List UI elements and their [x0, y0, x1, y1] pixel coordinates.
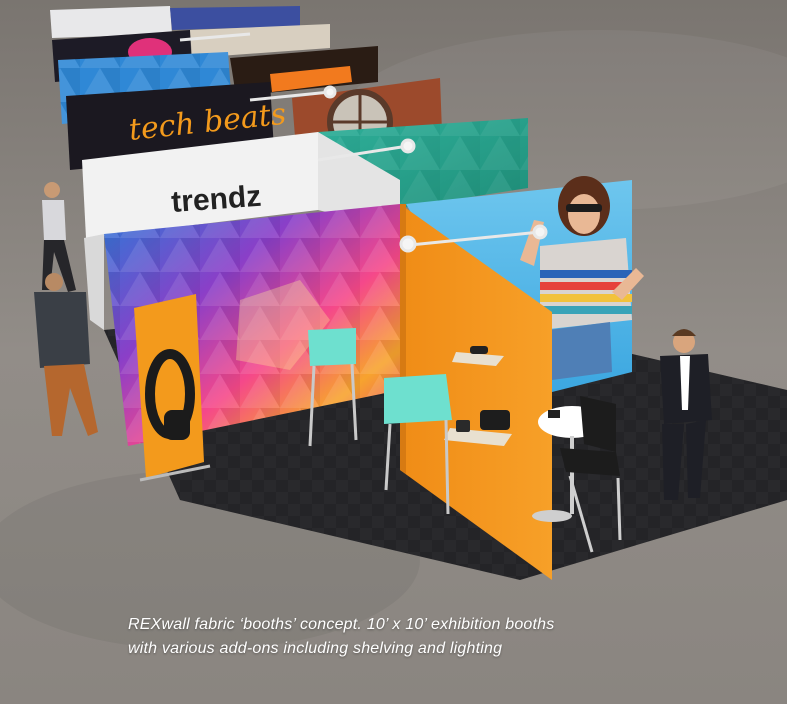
trendz-sign: trendz	[170, 180, 262, 219]
caption-line-2: with various add-ons including shelving …	[128, 640, 503, 657]
image-caption: REXwall fabric ‘booths’ concept. 10’ x 1…	[128, 613, 748, 661]
caption-line-1: REXwall fabric ‘booths’ concept. 10’ x 1…	[128, 616, 555, 633]
booth-illustration: tech beats trendz	[0, 0, 787, 704]
exhibition-render: tech beats trendz REXwall fabric ‘booths…	[0, 0, 787, 704]
